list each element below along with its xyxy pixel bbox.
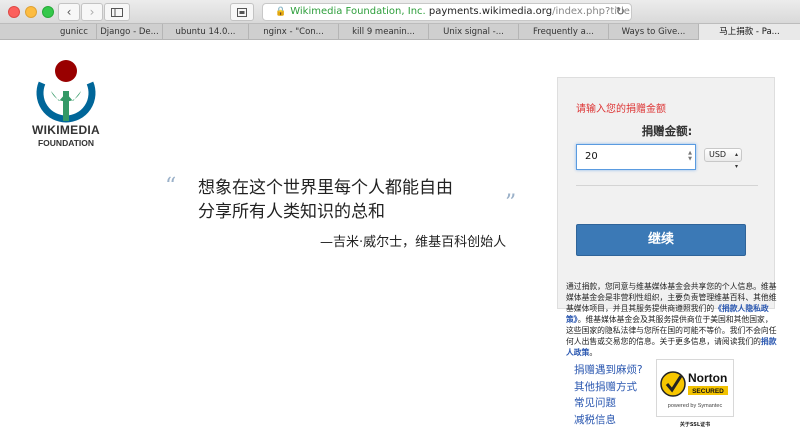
privacy-text-3: 。 xyxy=(589,348,598,357)
lock-icon: 🔒 xyxy=(275,7,287,17)
currency-value: USD xyxy=(709,150,727,159)
privacy-notice: 通过捐款，您同意与维基媒体基金会共享您的个人信息。维基媒体基金会是非营利性组织，… xyxy=(566,281,778,358)
close-window-button[interactable] xyxy=(8,6,20,18)
logo-wordmark: WIKIMEDIA FOUNDATION xyxy=(18,123,114,148)
chevron-right-icon: › xyxy=(89,5,95,19)
currency-select[interactable]: USD ▴ ▾ xyxy=(704,148,742,170)
reader-button[interactable] xyxy=(230,3,254,21)
amount-prompt: 请输入您的捐赠金额 xyxy=(576,104,666,115)
url-organization: Wikimedia Foundation, Inc. xyxy=(290,6,426,17)
tab-3[interactable]: ubuntu 14.0... xyxy=(162,24,248,40)
norton-powered: powered by Symantec xyxy=(668,403,723,409)
tab-4[interactable]: nginx - "Con... xyxy=(248,24,338,40)
sidebar-toggle-button[interactable] xyxy=(104,3,130,21)
norton-check-icon xyxy=(660,371,686,397)
back-button[interactable]: ‹ xyxy=(58,3,80,21)
reload-icon[interactable]: ↻ xyxy=(616,4,625,20)
tab-bar: gunicc Django - De... ubuntu 14.0... ngi… xyxy=(0,24,800,40)
tab-2[interactable]: Django - De... xyxy=(96,24,162,40)
url-host: payments.wikimedia.org xyxy=(428,6,553,17)
norton-secured: SECURED xyxy=(692,388,724,395)
close-quote-mark: ” xyxy=(505,191,517,216)
logo-line-1: WIKIMEDIA xyxy=(31,123,101,137)
amount-input[interactable]: 20 ▲ ▼ xyxy=(576,144,696,170)
ssl-certificate-link[interactable]: 关于SSL证书 xyxy=(656,421,734,428)
quote-text: 想象在这个世界里每个人都能自由 分享所有人类知识的总和 xyxy=(198,176,503,224)
logo-stem xyxy=(63,91,69,121)
browser-toolbar: ‹ › 🔒 Wikimedia Foundation, Inc. payments… xyxy=(0,0,800,24)
help-link-problems[interactable]: 捐赠遇到麻烦? xyxy=(574,362,643,379)
maximize-window-button[interactable] xyxy=(42,6,54,18)
logo-red-dot xyxy=(55,60,77,82)
help-link-other-ways[interactable]: 其他捐赠方式 xyxy=(574,379,643,396)
panel-divider xyxy=(576,185,758,186)
donation-panel: 请输入您的捐赠金额 捐赠金额: 20 ▲ ▼ USD ▴ ▾ 继续 xyxy=(557,77,775,309)
chevron-left-icon: ‹ xyxy=(66,5,72,19)
continue-button[interactable]: 继续 xyxy=(576,224,746,256)
help-link-tax-info[interactable]: 减税信息 xyxy=(574,412,643,429)
amount-value: 20 xyxy=(585,151,598,162)
privacy-text-2: 。维基媒体基金会及其服务提供商位于美国和其他国家，这些国家的隐私法律与您所在国的… xyxy=(566,315,777,346)
quote-author: —吉米·威尔士，维基百科创始人 xyxy=(320,235,507,250)
help-link-faq[interactable]: 常见问题 xyxy=(574,395,643,412)
norton-brand: Norton xyxy=(688,371,727,385)
tab-1[interactable]: gunicc xyxy=(0,24,96,40)
forward-button[interactable]: › xyxy=(81,3,103,21)
amount-stepper[interactable]: ▲ ▼ xyxy=(688,150,692,162)
open-quote-mark: “ xyxy=(165,174,177,199)
address-bar[interactable]: 🔒 Wikimedia Foundation, Inc. payments.wik… xyxy=(262,3,632,21)
minimize-window-button[interactable] xyxy=(25,6,37,18)
reader-icon xyxy=(237,8,247,17)
sidebar-icon xyxy=(111,8,123,17)
tab-7[interactable]: Frequently a... xyxy=(518,24,608,40)
logo-line-2: FOUNDATION xyxy=(37,138,95,148)
select-arrows-icon: ▴ ▾ xyxy=(734,151,738,170)
help-links: 捐赠遇到麻烦? 其他捐赠方式 常见问题 减税信息 xyxy=(574,362,643,428)
amount-label: 捐赠金额: xyxy=(641,124,693,138)
quote-line-1: 想象在这个世界里每个人都能自由 xyxy=(198,178,453,198)
quote-line-2: 分享所有人类知识的总和 xyxy=(198,202,385,222)
tab-5[interactable]: kill 9 meanin... xyxy=(338,24,428,40)
page-content: WIKIMEDIA FOUNDATION “ 想象在这个世界里每个人都能自由 分… xyxy=(0,41,800,446)
tab-8[interactable]: Ways to Give... xyxy=(608,24,698,40)
tab-6[interactable]: Unix signal -... xyxy=(428,24,518,40)
tab-active[interactable]: 马上捐款 - Pa... xyxy=(698,24,800,40)
norton-secured-seal[interactable]: Norton SECURED powered by Symantec xyxy=(656,359,734,417)
